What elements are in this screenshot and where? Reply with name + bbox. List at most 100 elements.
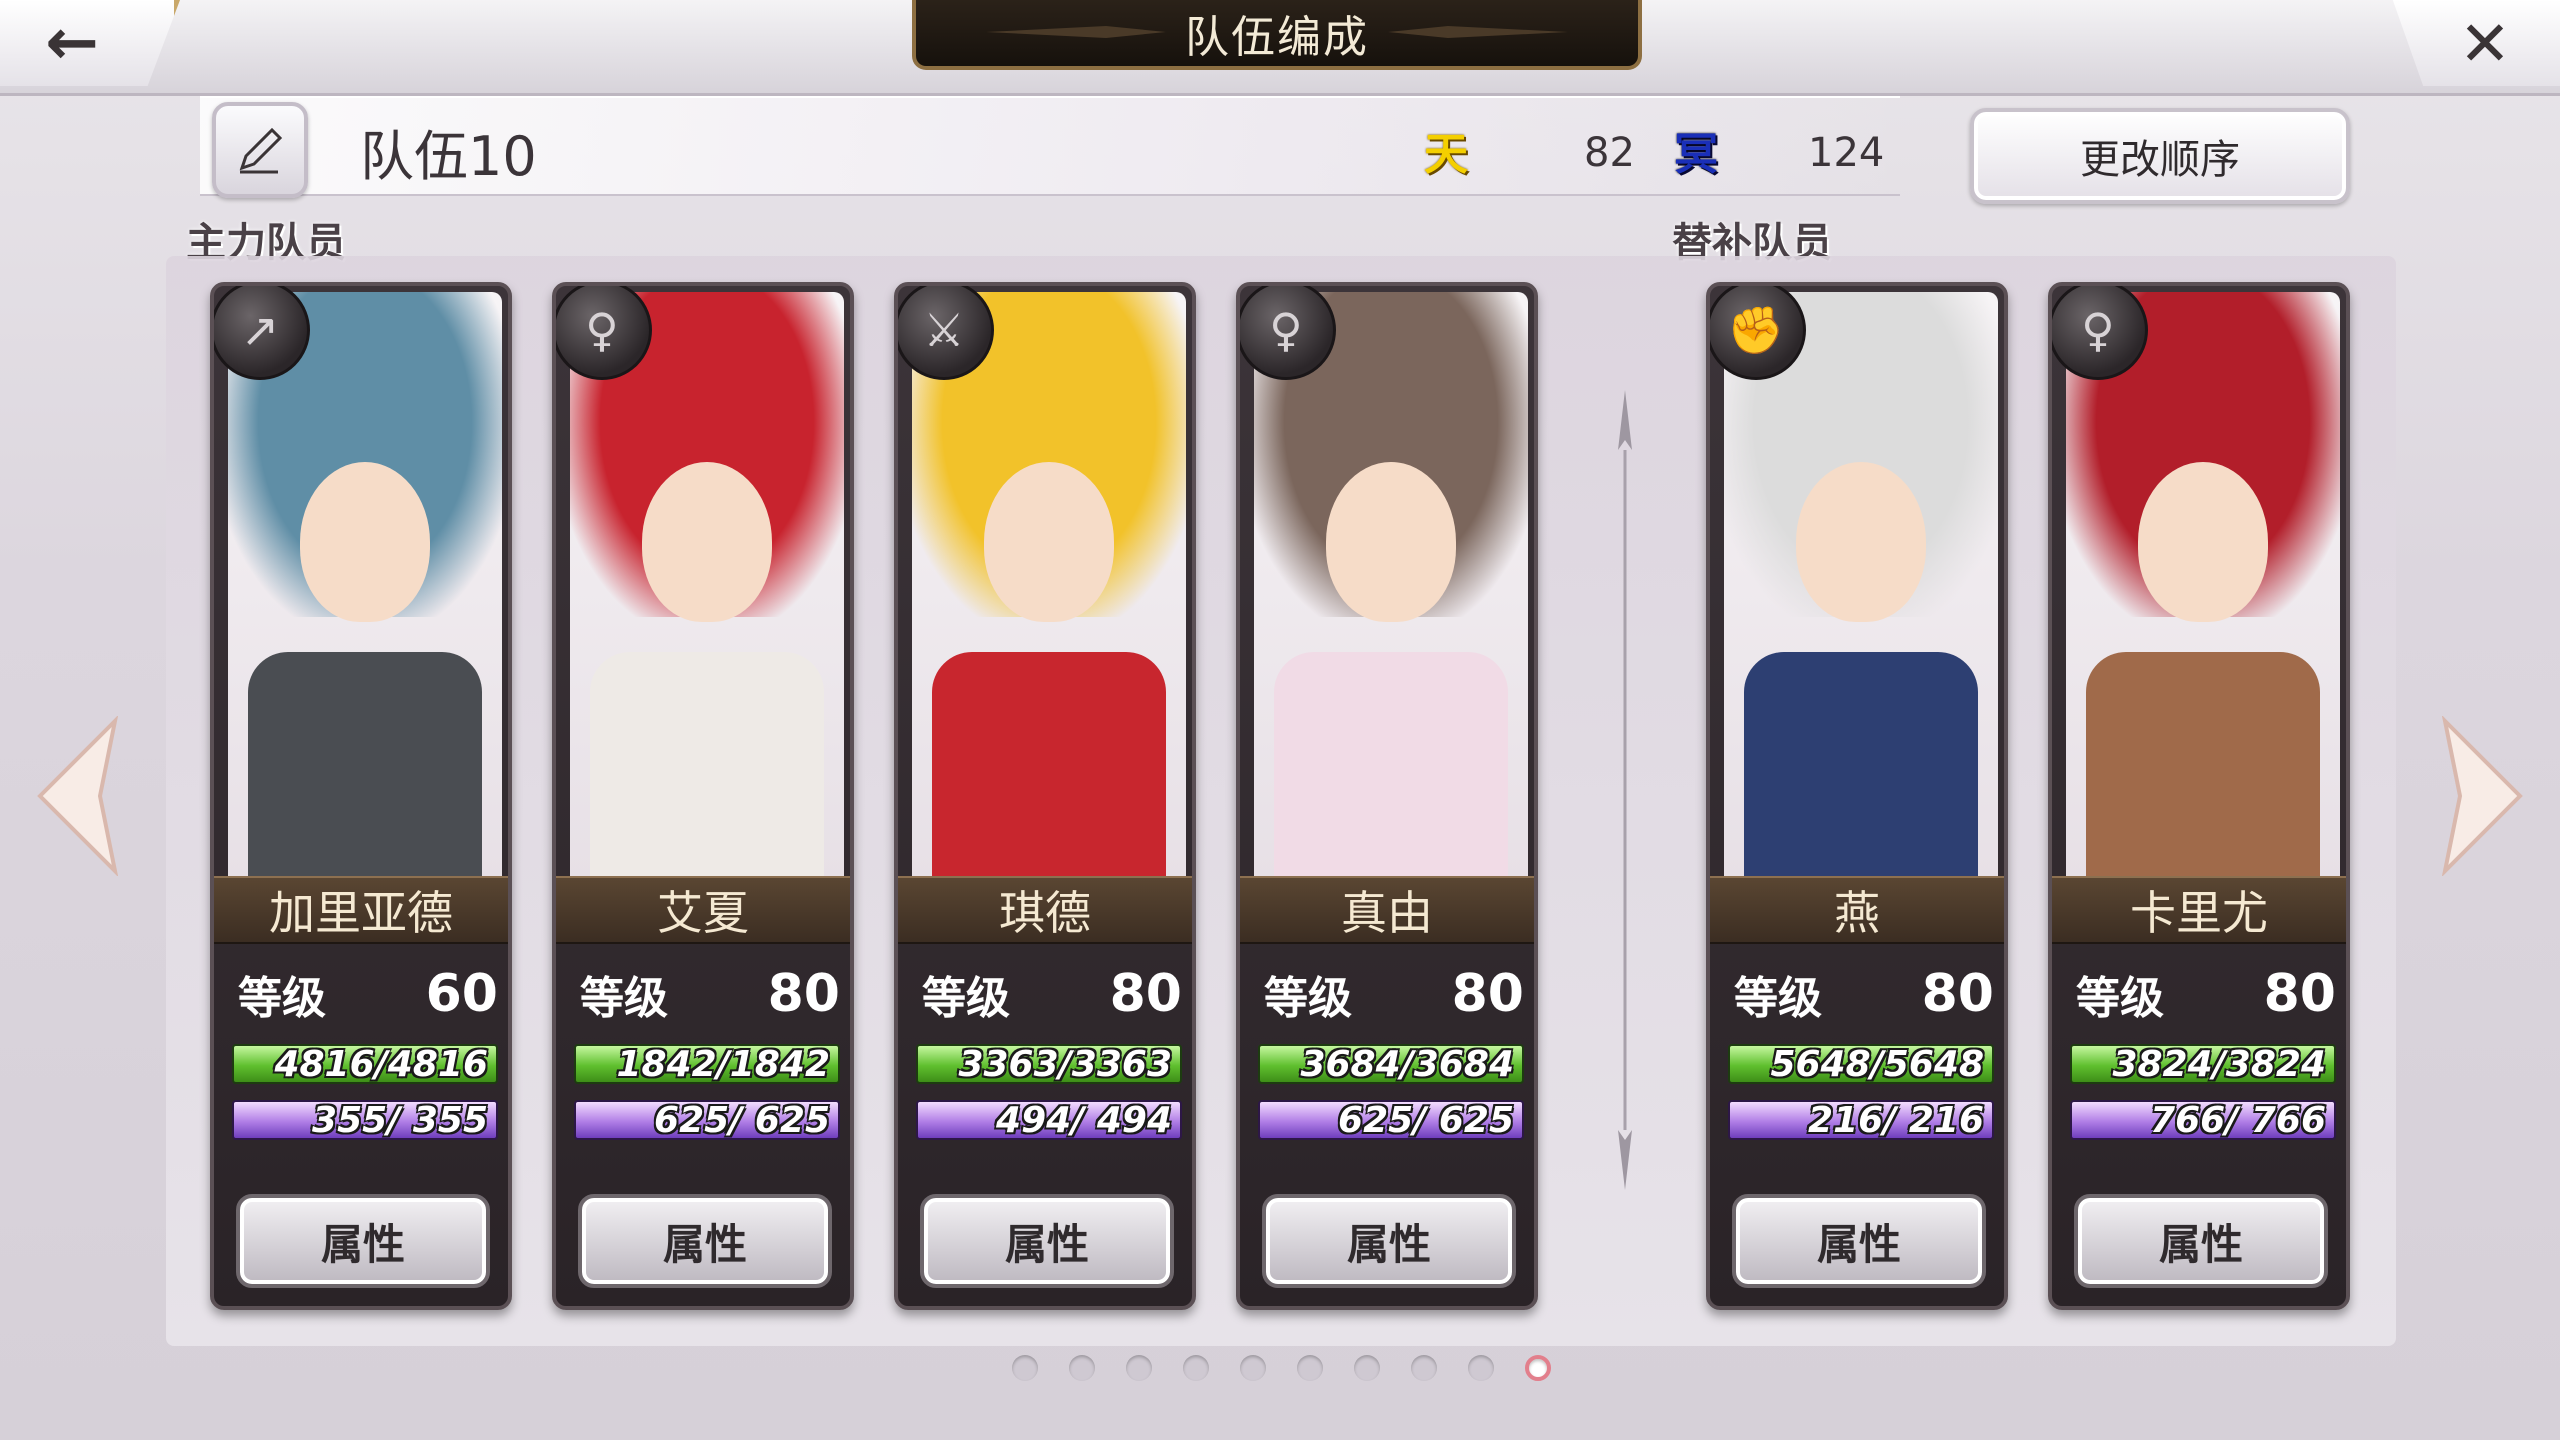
portrait-body	[2086, 652, 2320, 882]
page-dot[interactable]	[1411, 1355, 1437, 1381]
member-card[interactable]: ↗ 加里亚德等级 60 4816/4816 355/ 355 属性	[210, 282, 512, 1310]
level-value: 80	[1921, 964, 1994, 1024]
character-portrait	[228, 292, 502, 882]
level-row: 等级 80	[1734, 962, 1994, 1026]
spear-icon: ↗	[214, 286, 310, 380]
hp-bar: 3363/3363	[916, 1044, 1182, 1085]
portrait-face	[1326, 462, 1456, 622]
character-portrait	[1254, 292, 1528, 882]
level-row: 等级 60	[238, 962, 498, 1026]
character-portrait	[570, 292, 844, 882]
portrait-body	[932, 652, 1166, 882]
title-ornament-left-icon	[986, 26, 1166, 38]
character-name: 卡里尤	[2052, 876, 2346, 944]
member-card[interactable]: ⚔ 琪德等级 80 3363/3363 494/ 494 属性	[894, 282, 1196, 1310]
sword-icon: ⚔	[898, 286, 994, 380]
character-portrait	[912, 292, 1186, 882]
attributes-button[interactable]: 属性	[920, 1194, 1174, 1288]
hp-bar: 3824/3824	[2070, 1044, 2336, 1085]
level-label: 等级	[1734, 973, 1822, 1024]
character-name: 加里亚德	[214, 876, 508, 944]
mp-bar: 625/ 625	[1258, 1100, 1524, 1141]
level-value: 60	[425, 964, 498, 1024]
dark-value: 124	[1808, 130, 1885, 176]
level-label: 等级	[922, 973, 1010, 1024]
page-dot[interactable]	[1354, 1355, 1380, 1381]
mp-bar: 355/ 355	[232, 1100, 498, 1141]
back-arrow-icon: ←	[45, 6, 99, 80]
level-value: 80	[2263, 964, 2336, 1024]
portrait-body	[1274, 652, 1508, 882]
portrait-face	[2138, 462, 2268, 622]
attributes-button[interactable]: 属性	[2074, 1194, 2328, 1288]
staff-icon: ♀	[2052, 286, 2148, 380]
character-name: 燕	[1710, 876, 2004, 944]
level-label: 等级	[1264, 973, 1352, 1024]
attributes-button[interactable]: 属性	[236, 1194, 490, 1288]
attributes-button[interactable]: 属性	[1732, 1194, 1986, 1288]
page-dot[interactable]	[1069, 1355, 1095, 1381]
level-value: 80	[1109, 964, 1182, 1024]
member-card[interactable]: ♀ 艾夏等级 80 1842/1842 625/ 625 属性	[552, 282, 854, 1310]
level-value: 80	[767, 964, 840, 1024]
portrait-body	[590, 652, 824, 882]
character-name: 真由	[1240, 876, 1534, 944]
staff-icon: ♀	[1240, 286, 1336, 380]
member-card[interactable]: ♀ 卡里尤等级 80 3824/3824 766/ 766 属性	[2048, 282, 2350, 1310]
character-name: 艾夏	[556, 876, 850, 944]
member-card[interactable]: ♀ 真由等级 80 3684/3684 625/ 625 属性	[1236, 282, 1538, 1310]
dark-attribute-icon: 冥	[1674, 129, 1718, 180]
portrait-face	[984, 462, 1114, 622]
fist-icon: ✊	[1710, 286, 1806, 380]
hp-bar: 5648/5648	[1728, 1044, 1994, 1085]
page-dot[interactable]	[1468, 1355, 1494, 1381]
close-icon: ✕	[2459, 6, 2511, 80]
divider-ornament	[1618, 390, 1632, 1190]
title-ornament-right-icon	[1388, 26, 1568, 38]
portrait-body	[248, 652, 482, 882]
sky-value: 82	[1584, 130, 1635, 176]
page-dot[interactable]	[1012, 1355, 1038, 1381]
portrait-face	[642, 462, 772, 622]
title-plate: 队伍编成	[912, 0, 1642, 70]
page-dot[interactable]	[1525, 1355, 1551, 1381]
level-label: 等级	[580, 973, 668, 1024]
pagination-dots	[1012, 1355, 1551, 1381]
level-row: 等级 80	[922, 962, 1182, 1026]
level-row: 等级 80	[580, 962, 840, 1026]
member-card[interactable]: ✊ 燕等级 80 5648/5648 216/ 216 属性	[1706, 282, 2008, 1310]
mp-bar: 216/ 216	[1728, 1100, 1994, 1141]
portrait-face	[300, 462, 430, 622]
character-portrait	[1724, 292, 1998, 882]
portrait-face	[1796, 462, 1926, 622]
level-label: 等级	[2076, 973, 2164, 1024]
page-dot[interactable]	[1240, 1355, 1266, 1381]
next-page-arrow-icon[interactable]	[2440, 716, 2530, 876]
prev-page-arrow-icon[interactable]	[30, 716, 120, 876]
page-dot[interactable]	[1297, 1355, 1323, 1381]
level-row: 等级 80	[1264, 962, 1524, 1026]
portrait-body	[1744, 652, 1978, 882]
character-portrait	[2066, 292, 2340, 882]
attributes-button[interactable]: 属性	[1262, 1194, 1516, 1288]
sky-attribute-icon: 天	[1424, 129, 1468, 180]
hp-bar: 1842/1842	[574, 1044, 840, 1085]
hp-bar: 4816/4816	[232, 1044, 498, 1085]
attributes-button[interactable]: 属性	[578, 1194, 832, 1288]
mp-bar: 494/ 494	[916, 1100, 1182, 1141]
mp-bar: 625/ 625	[574, 1100, 840, 1141]
edit-team-name-button[interactable]	[212, 102, 308, 198]
staff-icon: ♀	[556, 286, 652, 380]
reorder-button[interactable]: 更改顺序	[1970, 108, 2350, 204]
level-value: 80	[1451, 964, 1524, 1024]
level-row: 等级 80	[2076, 962, 2336, 1026]
level-label: 等级	[238, 973, 326, 1024]
page-dot[interactable]	[1183, 1355, 1209, 1381]
pen-icon	[239, 127, 283, 174]
page-dot[interactable]	[1126, 1355, 1152, 1381]
character-name: 琪德	[898, 876, 1192, 944]
mp-bar: 766/ 766	[2070, 1100, 2336, 1141]
hp-bar: 3684/3684	[1258, 1044, 1524, 1085]
team-name: 队伍10	[360, 125, 537, 188]
page-title: 队伍编成	[1185, 12, 1369, 63]
